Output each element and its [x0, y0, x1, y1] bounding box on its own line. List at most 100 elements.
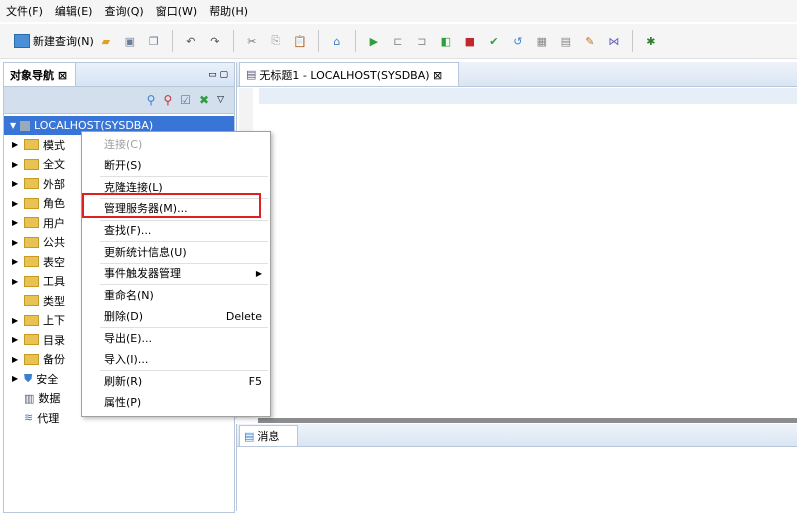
folder-icon: [24, 158, 39, 170]
menu-item-export[interactable]: 导出(E)...: [104, 328, 262, 348]
collapse-icon[interactable]: ✖: [199, 93, 209, 107]
edit-icon[interactable]: ☑: [180, 93, 191, 107]
highlight-box: [82, 193, 261, 218]
menu-file[interactable]: 文件(F): [0, 3, 49, 19]
expand-arrow-icon[interactable]: ▶: [12, 374, 24, 383]
menu-window[interactable]: 窗口(W): [150, 3, 203, 19]
tree-node-label: 备份: [43, 353, 65, 367]
expand-arrow-icon[interactable]: ▶: [12, 257, 24, 266]
editor-message-splitter[interactable]: [258, 418, 797, 423]
view-menu-icon[interactable]: ▽: [217, 95, 224, 105]
menu-item-disconnect[interactable]: 断开(S): [104, 155, 262, 175]
expand-arrow-icon[interactable]: ▶: [12, 355, 24, 364]
save-icon[interactable]: ▣: [120, 31, 140, 51]
debug-icon[interactable]: ✱: [641, 31, 661, 51]
toolbar-separator: [317, 30, 319, 52]
tree-node-label: 公共: [43, 236, 65, 250]
menu-shortcut: Delete: [225, 309, 262, 323]
execute-icon[interactable]: ▶: [364, 31, 384, 51]
menu-item-connect[interactable]: 连接(C): [104, 134, 262, 154]
server-icon: [20, 120, 30, 131]
menu-help[interactable]: 帮助(H): [203, 3, 254, 19]
menu-item-properties[interactable]: 属性(P): [104, 392, 262, 412]
menu-item-event-trigger[interactable]: 事件触发器管理 ▶: [104, 263, 262, 283]
toolbar: 新建查询(N) ▰ ▣ ❐ ↶ ↷ ✂ ⎘ 📋 ⌂ ▶ ⊏ ⊐ ◧ ■ ✔ ↺ …: [0, 24, 797, 59]
expand-arrow-icon[interactable]: ▼: [10, 121, 20, 130]
folder-icon: [24, 256, 39, 268]
table-icon[interactable]: ▤: [556, 31, 576, 51]
toolbar-separator: [171, 30, 173, 52]
connect-icon[interactable]: ⚲: [147, 93, 156, 107]
tree-node-label: 代理: [37, 411, 60, 425]
expand-arrow-icon[interactable]: ▶: [12, 179, 24, 188]
folder-icon: [24, 295, 39, 307]
menu-item-label: 连接(C): [104, 138, 143, 151]
home-icon[interactable]: ⌂: [327, 31, 347, 51]
minimize-maximize-icon[interactable]: ▭ ▢: [208, 70, 228, 80]
expand-arrow-icon[interactable]: ▶: [12, 316, 24, 325]
undo-icon[interactable]: ↶: [181, 31, 201, 51]
script-icon[interactable]: ◧: [436, 31, 456, 51]
shield-icon: ⛊: [24, 371, 33, 385]
stop-icon[interactable]: ■: [460, 31, 480, 51]
tree-node-label: 全文: [43, 158, 65, 172]
messages-icon: ▤: [244, 429, 255, 443]
menu-item-import[interactable]: 导入(I)...: [104, 349, 262, 369]
expand-arrow-icon[interactable]: ▶: [12, 160, 24, 169]
expand-arrow-icon[interactable]: ▶: [12, 218, 24, 227]
new-query-label: 新建查询(N): [33, 35, 94, 48]
compare-icon[interactable]: ⋈: [604, 31, 624, 51]
grid-icon[interactable]: ▦: [532, 31, 552, 51]
menu-edit[interactable]: 编辑(E): [49, 3, 99, 19]
new-query-button[interactable]: 新建查询(N): [14, 33, 94, 49]
expand-arrow-icon[interactable]: ▶: [12, 199, 24, 208]
paste-icon[interactable]: 📋: [290, 31, 310, 51]
menu-item-label: 属性(P): [104, 396, 142, 409]
menu-item-label: 删除(D): [104, 310, 144, 323]
menu-item-delete[interactable]: 删除(D) Delete: [104, 306, 262, 326]
expand-arrow-icon[interactable]: ▶: [12, 238, 24, 247]
explain-icon[interactable]: ⊐: [412, 31, 432, 51]
tab-messages[interactable]: ▤ 消息: [239, 425, 299, 446]
navigator-toolbar: ⚲ ⚲ ☑ ✖ ▽: [4, 87, 234, 114]
open-icon[interactable]: ▰: [96, 31, 116, 51]
tree-node-label: 用户: [43, 216, 65, 230]
disconnect-icon[interactable]: ⚲: [163, 93, 172, 107]
rollback-icon[interactable]: ↺: [508, 31, 528, 51]
menu-item-update-statistics[interactable]: 更新统计信息(U): [104, 242, 262, 262]
folder-icon: [24, 236, 39, 248]
redo-icon[interactable]: ↷: [205, 31, 225, 51]
folder-icon: [24, 353, 39, 365]
menu-query[interactable]: 查询(Q): [98, 3, 149, 19]
navigator-header: 对象导航 ⊠ ▭ ▢: [4, 63, 234, 87]
messages-panel: ▤ 消息: [236, 424, 797, 511]
commit-icon[interactable]: ✔: [484, 31, 504, 51]
menu-item-refresh[interactable]: 刷新(R) F5: [104, 371, 262, 391]
expand-arrow-icon[interactable]: ▶: [12, 335, 24, 344]
format-icon[interactable]: ✎: [580, 31, 600, 51]
tab-object-navigator[interactable]: 对象导航 ⊠: [4, 63, 77, 86]
toolbar-separator: [354, 30, 356, 52]
editor-tab-bar: ▤ 无标题1 - LOCALHOST(SYSDBA) ⊠: [237, 62, 797, 87]
messages-tab-bar: ▤ 消息: [237, 424, 797, 447]
editor-current-line[interactable]: [259, 88, 797, 104]
copy-icon[interactable]: ⎘: [266, 31, 286, 51]
execute-step-icon[interactable]: ⊏: [388, 31, 408, 51]
menu-item-find[interactable]: 查找(F)...: [104, 220, 262, 240]
menu-item-rename[interactable]: 重命名(N): [104, 285, 262, 305]
save-all-icon[interactable]: ❐: [144, 31, 164, 51]
menu-item-label: 事件触发器管理: [104, 267, 181, 280]
menu-shortcut: F5: [248, 374, 262, 388]
folder-icon: [24, 139, 39, 151]
editor-tab-label: 无标题1 - LOCALHOST(SYSDBA) ⊠: [259, 68, 443, 82]
messages-tab-label: 消息: [257, 430, 280, 443]
menu-item-label: 重命名(N): [104, 289, 154, 302]
folder-icon: [24, 314, 39, 326]
sql-file-icon: ▤: [246, 68, 257, 81]
expand-arrow-icon[interactable]: ▶: [12, 140, 24, 149]
cut-icon[interactable]: ✂: [242, 31, 262, 51]
agent-icon: ≋: [24, 411, 34, 425]
expand-arrow-icon[interactable]: ▶: [12, 277, 24, 286]
submenu-arrow-icon: ▶: [255, 268, 262, 278]
tab-untitled1[interactable]: ▤ 无标题1 - LOCALHOST(SYSDBA) ⊠: [239, 62, 460, 86]
